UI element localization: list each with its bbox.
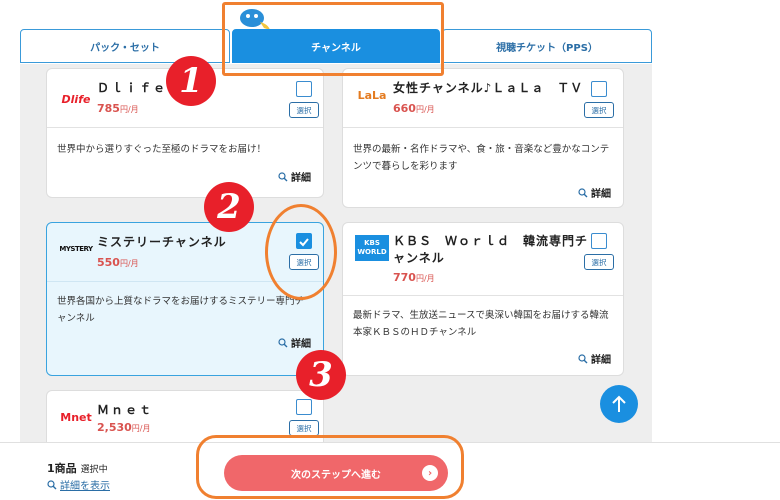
select-checkbox[interactable] [591,81,607,97]
scroll-to-top-button[interactable] [600,385,638,423]
tab-pps-ticket[interactable]: 視聴チケット（PPS） [442,29,652,63]
zoom-icon [47,479,57,489]
lala-logo: LaLa [357,88,387,102]
select-checkbox[interactable] [296,81,312,97]
detail-label: 詳細 [291,339,311,350]
bottom-action-bar: 1商品 選択中 詳細を表示 次のステップへ進む › [0,435,780,500]
select-button[interactable]: 選択 [289,102,319,118]
channel-name: Ｄｌｉｆｅ [97,81,168,95]
detail-label: 詳細 [291,173,311,184]
kbs-world-logo: KBS WORLD [355,235,389,261]
channel-description: 世界中から選りすぐった至極のドラマをお届け！ [57,144,267,155]
zoom-icon [278,337,288,347]
channel-card-kbs-world: KBS WORLD ＫＢＳ Ｗｏｒｌｄ 韓流専門チャンネル 770円/月 選択 最… [342,222,624,376]
annotation-badge-2: 2 [204,182,254,232]
channel-name: ＫＢＳ Ｗｏｒｌｄ 韓流専門チャンネル [393,234,589,265]
selected-count: 1商品 選択中 [47,462,108,475]
channel-card-lala-tv: LaLa 女性チャンネル♪ＬａＬａ ＴＶ 660円/月 選択 世界の最新・名作ド… [342,68,624,208]
show-detail-link[interactable]: 詳細を表示 [47,477,110,492]
channel-name: Ｍｎｅｔ [97,403,154,417]
detail-label: 詳細 [591,355,611,366]
arrow-up-icon [612,395,626,412]
select-button[interactable]: 選択 [289,420,319,436]
detail-label: 詳細 [591,189,611,200]
detail-link[interactable]: 詳細 [278,335,311,350]
channel-price: 770円/月 [393,271,435,284]
select-button[interactable]: 選択 [584,102,614,118]
channel-price: 660円/月 [393,102,435,115]
annotation-circle-checkbox [265,204,337,300]
channel-description: 最新ドラマ、生放送ニュースで奥深い韓国をお届けする韓流本家ＫＢＳのＨＤチャンネル [353,310,609,338]
mnet-logo: Mnet [60,410,92,424]
select-button[interactable]: 選択 [584,254,614,270]
channel-description: 世界各国から上質なドラマをお届けするミステリー専門チャンネル [57,296,305,324]
show-detail-label: 詳細を表示 [60,481,110,492]
channel-name: 女性チャンネル♪ＬａＬａ ＴＶ [393,81,584,95]
channel-description: 世界の最新・名作ドラマや、食・旅・音楽など豊かなコンテンツで暮らしを彩ります [353,144,610,172]
dlife-logo: Dlife [61,92,91,106]
annotation-box-next-button [196,435,464,499]
annotation-badge-3: 3 [296,350,346,400]
select-checkbox[interactable] [296,399,312,415]
zoom-icon [278,171,288,181]
mystery-logo: MYSTERY [59,245,93,253]
divider [343,127,623,128]
detail-link[interactable]: 詳細 [578,351,611,366]
channel-name: ミステリーチャンネル [97,235,227,249]
detail-link[interactable]: 詳細 [578,185,611,200]
annotation-box-channel-tab [222,2,444,76]
annotation-badge-1: 1 [166,56,216,106]
channel-price: 550円/月 [97,256,139,269]
divider [343,295,623,296]
zoom-icon [578,187,588,197]
divider [47,127,323,128]
select-checkbox[interactable] [591,233,607,249]
detail-link[interactable]: 詳細 [278,169,311,184]
channel-price: 785円/月 [97,102,139,115]
zoom-icon [578,353,588,363]
channel-price: 2,530円/月 [97,421,151,434]
